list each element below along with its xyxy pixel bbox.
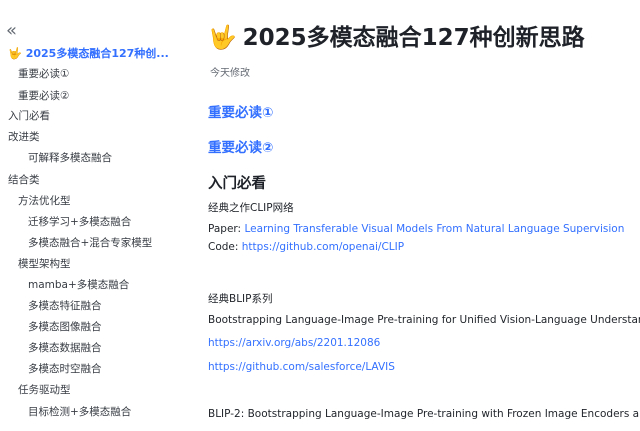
rock-hand-icon: 🤟 (208, 25, 237, 51)
outline-item-improvement[interactable]: 改进类 (8, 128, 40, 146)
heading-must-read-2[interactable]: 重要必读② (208, 136, 273, 156)
blip-arxiv-link[interactable]: https://arxiv.org/abs/2201.12086 (208, 337, 380, 349)
outline-item-label: 2025多模态融合127种创... (25, 47, 169, 60)
blip-intro-text: 经典BLIP系列 (208, 293, 273, 305)
outline-item-mamba[interactable]: mamba+多模态融合 (28, 276, 129, 294)
page-title: 🤟 2025多模态融合127种创新思路 (208, 18, 585, 52)
outline-item-feature-fusion[interactable]: 多模态特征融合 (28, 297, 102, 315)
outline-sidebar: « 🤟 2025多模态融合127种创... 重要必读① 重要必读② 入门必看 改进… (0, 0, 196, 431)
outline-item-object-detection[interactable]: 目标检测+多模态融合 (28, 403, 131, 421)
code-line: Code: https://github.com/openai/CLIP (208, 241, 404, 253)
outline-item-spatiotemporal[interactable]: 多模态时空融合 (28, 360, 102, 378)
heading-must-read-1[interactable]: 重要必读① (208, 101, 273, 121)
outline-item-combination[interactable]: 结合类 (8, 171, 40, 189)
heading-intro: 入门必看 (208, 176, 266, 192)
outline-item-doc-title[interactable]: 🤟 2025多模态融合127种创... (8, 45, 192, 63)
paper-prefix: Paper: (208, 223, 245, 235)
outline-item-explainable[interactable]: 可解释多模态融合 (28, 149, 112, 167)
outline-item-image-fusion[interactable]: 多模态图像融合 (28, 318, 102, 336)
outline-item-moe[interactable]: 多模态融合+混合专家模型 (28, 234, 152, 252)
app-window: « 🤟 2025多模态融合127种创... 重要必读① 重要必读② 入门必看 改进… (0, 0, 640, 431)
outline-item-method-opt[interactable]: 方法优化型 (18, 192, 71, 210)
page-title-text: 2025多模态融合127种创新思路 (242, 25, 585, 51)
outline-item-transfer-learning[interactable]: 迁移学习+多模态融合 (28, 213, 131, 231)
clip-intro-text: 经典之作CLIP网络 (208, 202, 294, 214)
outline-item-task-driven[interactable]: 任务驱动型 (18, 381, 71, 399)
document-body: 🤟 2025多模态融合127种创新思路 今天修改 重要必读① 重要必读② 入门必看… (196, 0, 640, 431)
outline-item-architecture[interactable]: 模型架构型 (18, 255, 71, 273)
blip2-title-text: BLIP-2: Bootstrapping Language-Image Pre… (208, 408, 640, 420)
outline-item-must-read-1[interactable]: 重要必读① (18, 65, 69, 83)
last-modified: 今天修改 (210, 68, 250, 79)
clip-paper-link[interactable]: Learning Transferable Visual Models From… (244, 223, 624, 235)
code-prefix: Code: (208, 241, 242, 253)
blip-github-link[interactable]: https://github.com/salesforce/LAVIS (208, 361, 395, 373)
collapse-sidebar-icon[interactable]: « (6, 22, 26, 42)
blip-title-text: Bootstrapping Language-Image Pre-trainin… (208, 314, 640, 326)
paper-line: Paper: Learning Transferable Visual Mode… (208, 223, 624, 235)
outline-item-intro[interactable]: 入门必看 (8, 107, 50, 125)
outline-item-data-fusion[interactable]: 多模态数据融合 (28, 339, 102, 357)
clip-code-link[interactable]: https://github.com/openai/CLIP (242, 241, 404, 253)
rock-hand-icon: 🤟 (8, 47, 22, 60)
outline-item-must-read-2[interactable]: 重要必读② (18, 87, 69, 105)
